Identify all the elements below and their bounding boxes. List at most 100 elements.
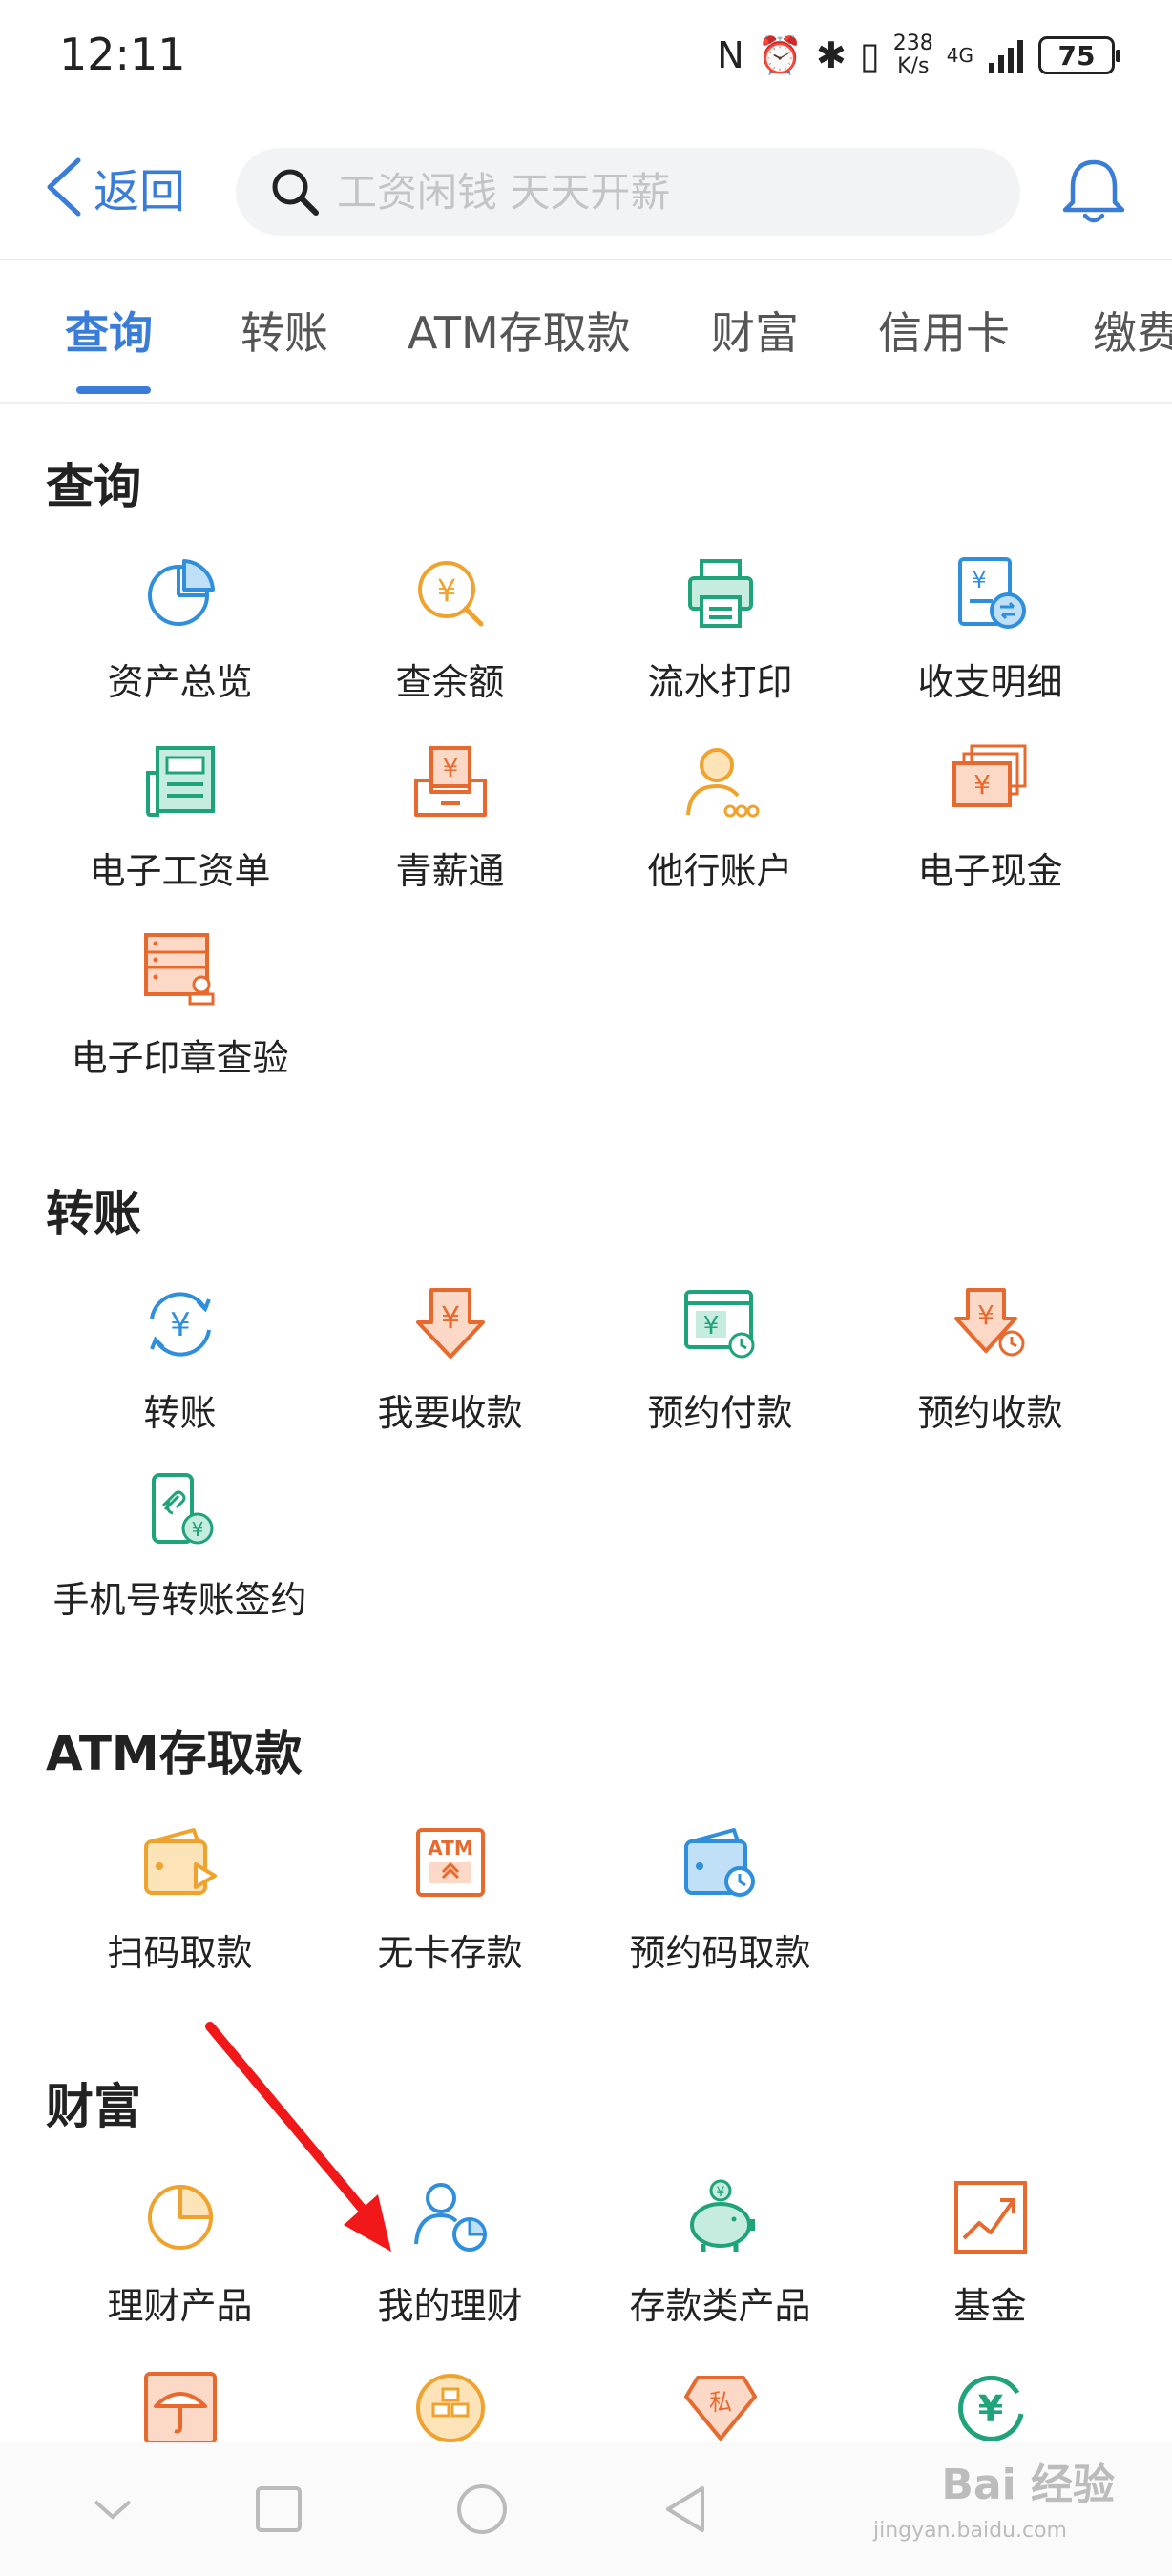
pie-chart-icon	[148, 559, 215, 626]
svg-text:¥: ¥	[703, 1312, 720, 1340]
grid-item-label: 查余额	[395, 661, 505, 703]
grid-item-label: 手机号转账签约	[52, 1579, 307, 1621]
user-pie-icon	[414, 2183, 487, 2252]
svg-text:¥: ¥	[977, 1299, 994, 1331]
section-title-atm: ATM存取款	[46, 1726, 303, 1781]
grid-item-label: 无卡存款	[377, 1932, 523, 1974]
back-button[interactable]: 返回	[40, 153, 185, 221]
grid-item-income-expense[interactable]: ¥ 收支明细	[855, 553, 1125, 716]
private-diamond-icon: 私	[684, 2376, 757, 2441]
nfc-icon: N	[717, 34, 744, 76]
back-nav-icon[interactable]	[657, 2481, 714, 2538]
grid-item-label: 资产总览	[107, 661, 253, 703]
wallet-clock-icon	[684, 1828, 755, 1897]
svg-text:¥: ¥	[192, 1518, 204, 1541]
status-icons: N ⏰ ✱ ▯ 238 K/s 4G 75	[717, 31, 1120, 78]
home-icon[interactable]	[453, 2481, 511, 2538]
scheduled-pay-icon: ¥	[684, 1290, 755, 1359]
net-speed: 238 K/s	[892, 31, 933, 78]
tab-indicator	[76, 386, 151, 394]
alarm-icon: ⏰	[757, 34, 803, 76]
network-gen: 4G	[946, 44, 973, 67]
piggy-bank-icon: ¥	[690, 2179, 755, 2252]
grid-item-asset-overview[interactable]: 资产总览	[45, 553, 315, 716]
svg-text:¥: ¥	[717, 2185, 725, 2200]
grid-item-label: 扫码取款	[107, 1932, 253, 1974]
recent-apps-icon[interactable]	[250, 2481, 307, 2538]
grid-item-label: 我要收款	[377, 1392, 523, 1434]
grid-item-label: 预约码取款	[629, 1932, 811, 1974]
grid-item-fund[interactable]: 基金	[855, 2177, 1125, 2339]
tab-bar: 查询 转账 ATM存取款 财富 信用卡 缴费	[0, 260, 1172, 402]
pie-product-icon	[148, 2185, 213, 2250]
grid-item-label: 我的理财	[377, 2285, 523, 2327]
signal-icon	[989, 40, 1023, 73]
grid-item-e-cash[interactable]: ¥ 电子现金	[855, 742, 1125, 904]
umbrella-icon	[144, 2372, 217, 2444]
search-input[interactable]	[337, 168, 986, 216]
tabs-divider	[0, 402, 1172, 404]
grid-item-label: 转账	[143, 1392, 217, 1434]
grid-item-e-seal[interactable]: 电子印章查验	[45, 929, 315, 1091]
svg-text:¥: ¥	[437, 572, 456, 609]
status-time: 12:11	[59, 29, 186, 80]
scan-wallet-icon	[144, 1828, 217, 1895]
grid-item-scheduled-payment[interactable]: ¥ 预约付款	[585, 1284, 855, 1446]
receive-money-icon: ¥	[416, 1288, 485, 1359]
grid-item-label: 理财产品	[107, 2285, 253, 2327]
gold-icon	[416, 2374, 485, 2442]
scheduled-receive-icon: ¥	[954, 1288, 1025, 1357]
grid-item-my-wealth[interactable]: 我的理财	[315, 2177, 585, 2339]
atm-icon: ATM	[416, 1828, 485, 1897]
grid-item-label: 存款类产品	[629, 2285, 811, 2327]
grid-item-cardless-deposit[interactable]: ATM 无卡存款	[315, 1824, 585, 1986]
section-title-query: 查询	[46, 459, 141, 514]
tab-atm[interactable]: ATM存取款	[408, 299, 631, 362]
svg-text:¥: ¥	[441, 1299, 460, 1336]
tab-payment[interactable]: 缴费	[1093, 299, 1172, 362]
chevron-down-icon[interactable]	[84, 2481, 141, 2538]
grid-item-receive-money[interactable]: ¥ 我要收款	[315, 1284, 585, 1446]
tab-credit-card[interactable]: 信用卡	[878, 299, 1010, 362]
search-icon	[272, 169, 319, 216]
svg-text:ATM: ATM	[428, 1837, 472, 1859]
battery-icon: 75	[1038, 36, 1120, 74]
transfer-cycle-icon: ¥	[150, 1292, 211, 1357]
tab-query[interactable]: 查询	[65, 299, 153, 362]
grid-item-label: 预约收款	[917, 1392, 1063, 1434]
grid-item-qingxintong[interactable]: ¥ 青薪通	[315, 742, 585, 904]
printer-icon	[688, 559, 753, 628]
grid-item-label: 电子印章查验	[71, 1037, 289, 1079]
grid-item-scheduled-receive[interactable]: ¥ 预约收款	[855, 1284, 1125, 1446]
grid-item-phone-transfer[interactable]: ¥ 手机号转账签约	[45, 1471, 315, 1633]
status-bar: 12:11 N ⏰ ✱ ▯ 238 K/s 4G 75	[0, 0, 1172, 119]
grid-item-balance[interactable]: ¥ 查余额	[315, 553, 585, 716]
yuan-cycle-icon: ¥	[958, 2375, 1024, 2441]
bell-icon[interactable]	[1057, 155, 1130, 227]
grid-item-label: 青薪通	[395, 850, 505, 892]
watermark-url: jingyan.baidu.com	[872, 2519, 1067, 2543]
grid-item-payslip[interactable]: 电子工资单	[45, 742, 315, 904]
svg-text:¥: ¥	[978, 2388, 1003, 2430]
grid-item-label: 基金	[953, 2285, 1027, 2327]
header: 返回	[0, 143, 1172, 258]
grid-item-statement-print[interactable]: 流水打印	[585, 553, 855, 716]
grid-item-code-withdraw[interactable]: 预约码取款	[585, 1824, 855, 1986]
svg-text:私: 私	[709, 2389, 732, 2416]
grid-item-scan-withdraw[interactable]: 扫码取款	[45, 1824, 315, 1986]
vibrate-icon: ▯	[859, 34, 880, 76]
user-account-icon	[686, 748, 760, 818]
grid-item-transfer[interactable]: ¥ 转账	[45, 1284, 315, 1446]
grid-item-wealth-products[interactable]: 理财产品	[45, 2177, 315, 2339]
section-title-wealth: 财富	[46, 2079, 141, 2134]
grid-item-label: 预约付款	[647, 1392, 793, 1434]
grid-item-other-bank[interactable]: 他行账户	[585, 742, 855, 904]
grid-item-deposit-products[interactable]: ¥ 存款类产品	[585, 2177, 855, 2339]
search-box[interactable]	[236, 148, 1020, 236]
svg-text:¥: ¥	[972, 567, 986, 593]
tab-transfer[interactable]: 转账	[241, 299, 328, 362]
svg-text:¥: ¥	[443, 755, 459, 783]
tab-wealth[interactable]: 财富	[711, 299, 799, 362]
grid-item-label: 他行账户	[647, 850, 793, 892]
grid-item-label: 流水打印	[647, 661, 793, 703]
